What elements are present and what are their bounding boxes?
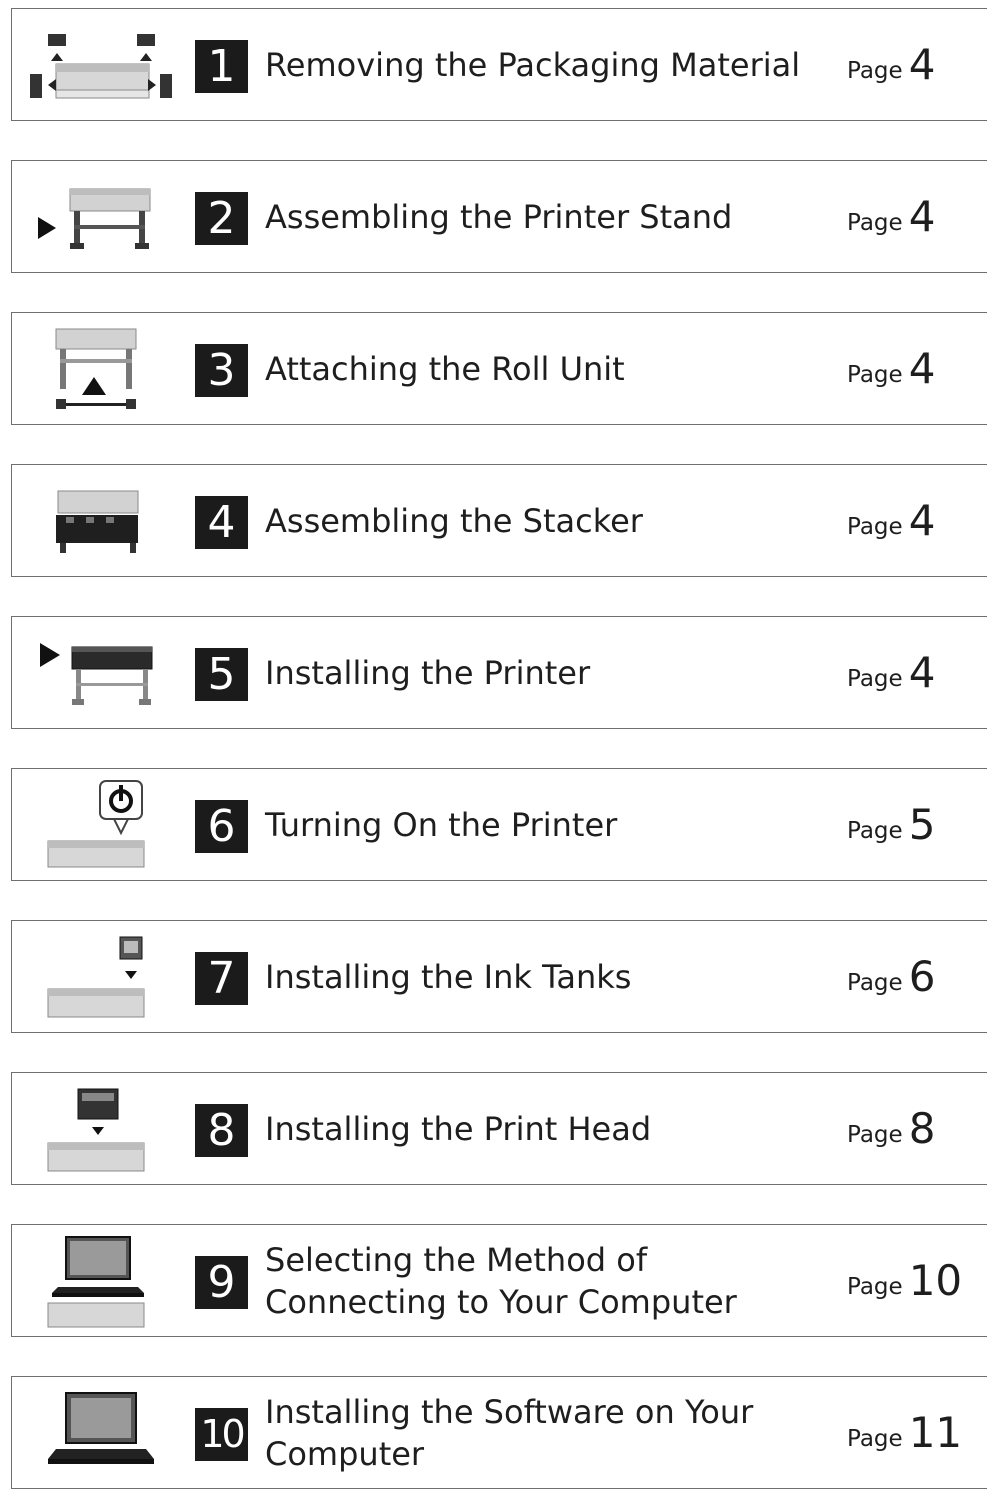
- step-8-row[interactable]: 8 Installing the Print Head Page 8: [11, 1072, 987, 1185]
- step-title: Attaching the Roll Unit: [265, 349, 625, 388]
- page-label: Page: [847, 1121, 903, 1148]
- step-9-row[interactable]: 9 Selecting the Method of Connecting to …: [11, 1224, 987, 1337]
- page-number: 11: [908, 1408, 963, 1457]
- page-number: 4: [908, 40, 936, 89]
- step-number: 1: [195, 40, 248, 93]
- power-on-icon: [47, 780, 145, 868]
- step-title: Installing the Print Head: [265, 1109, 652, 1148]
- step-title: Assembling the Printer Stand: [265, 197, 733, 236]
- software-laptop-icon: [48, 1392, 154, 1464]
- page-label: Page: [847, 1273, 903, 1300]
- step-2-row[interactable]: 2 Assembling the Printer Stand Page 4: [11, 160, 987, 273]
- page-reference[interactable]: Page 4: [847, 161, 935, 272]
- page-number: 4: [908, 648, 936, 697]
- printer-install-icon: [40, 643, 153, 705]
- step-5-row[interactable]: 5 Installing the Printer Page 4: [11, 616, 987, 729]
- page-number: 10: [908, 1256, 963, 1305]
- page-label: Page: [847, 209, 903, 236]
- page-number: 4: [908, 344, 936, 393]
- page-label: Page: [847, 969, 903, 996]
- page-number: 8: [908, 1104, 936, 1153]
- step-title: Installing the Ink Tanks: [265, 957, 632, 996]
- step-6-row[interactable]: 6 Turning On the Printer Page 5: [11, 768, 987, 881]
- step-number: 8: [195, 1104, 248, 1157]
- roll-unit-icon: [55, 328, 137, 409]
- step-3-row[interactable]: 3 Attaching the Roll Unit Page 4: [11, 312, 987, 425]
- step-number: 2: [195, 192, 248, 245]
- step-number: 5: [195, 648, 248, 701]
- unpacking-icon: [30, 34, 172, 99]
- step-title: Assembling the Stacker: [265, 501, 643, 540]
- page-reference[interactable]: Page 8: [847, 1073, 935, 1184]
- step-title: Selecting the Method of Connecting to Yo…: [265, 1240, 737, 1321]
- step-title: Installing the Software on Your Computer: [265, 1392, 754, 1473]
- step-number: 7: [195, 952, 248, 1005]
- page-number: 6: [908, 952, 936, 1001]
- step-number: 9: [195, 1256, 248, 1309]
- step-number: 10: [195, 1408, 248, 1461]
- step-title: Turning On the Printer: [265, 805, 618, 844]
- printer-stand-icon: [38, 188, 151, 249]
- page-reference[interactable]: Page 4: [847, 465, 935, 576]
- page-label: Page: [847, 513, 903, 540]
- ink-tank-icon: [47, 936, 145, 1018]
- page-label: Page: [847, 665, 903, 692]
- step-1-row[interactable]: 1 Removing the Packaging Material Page 4: [11, 8, 987, 121]
- step-number: 4: [195, 496, 248, 549]
- page-label: Page: [847, 1425, 903, 1452]
- step-4-row[interactable]: 4 Assembling the Stacker Page 4: [11, 464, 987, 577]
- page-reference[interactable]: Page 4: [847, 9, 935, 120]
- stacker-icon: [56, 490, 139, 553]
- page-reference[interactable]: Page 6: [847, 921, 935, 1032]
- step-title: Installing the Printer: [265, 653, 591, 692]
- page-number: 5: [908, 800, 936, 849]
- print-head-icon: [47, 1088, 145, 1172]
- page-reference[interactable]: Page 11: [847, 1377, 962, 1488]
- page-reference[interactable]: Page 10: [847, 1225, 962, 1336]
- connection-laptop-icon: [47, 1236, 145, 1328]
- page-number: 4: [908, 192, 936, 241]
- page-reference[interactable]: Page 4: [847, 313, 935, 424]
- page-number: 4: [908, 496, 936, 545]
- step-10-row[interactable]: 10 Installing the Software on Your Compu…: [11, 1376, 987, 1489]
- page-label: Page: [847, 817, 903, 844]
- step-7-row[interactable]: 7 Installing the Ink Tanks Page 6: [11, 920, 987, 1033]
- step-title: Removing the Packaging Material: [265, 45, 801, 84]
- page-label: Page: [847, 57, 903, 84]
- page-reference[interactable]: Page 5: [847, 769, 935, 880]
- step-number: 3: [195, 344, 248, 397]
- step-number: 6: [195, 800, 248, 853]
- page-label: Page: [847, 361, 903, 388]
- page-reference[interactable]: Page 4: [847, 617, 935, 728]
